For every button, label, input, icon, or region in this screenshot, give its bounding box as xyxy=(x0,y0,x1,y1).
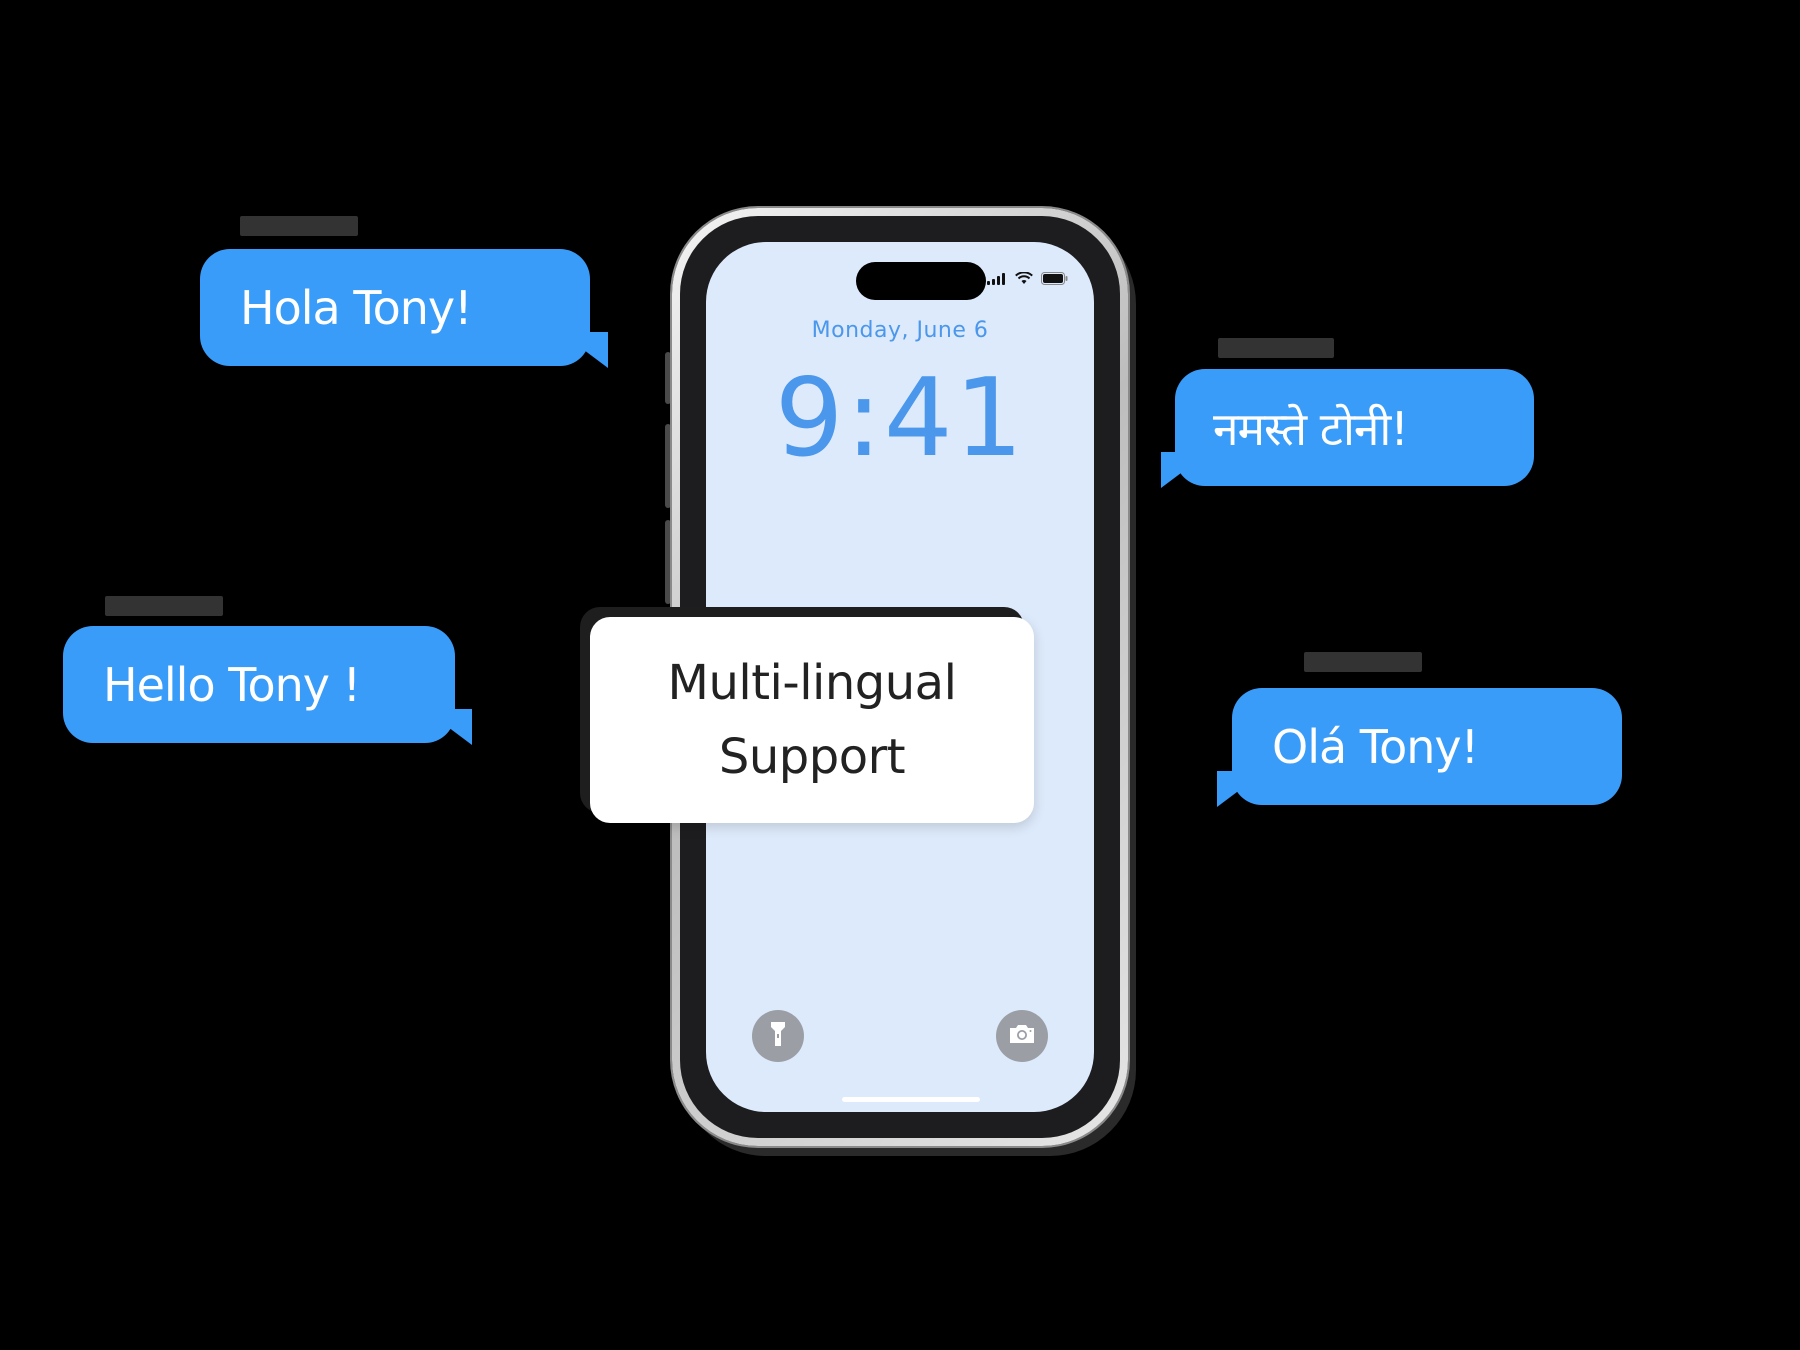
lock-screen-date: Monday, June 6 xyxy=(811,318,989,343)
home-indicator xyxy=(842,1097,980,1102)
chat-bubble-text: नमस्ते टोनी! xyxy=(1213,401,1409,456)
cellular-signal-icon xyxy=(987,270,1007,289)
bubble-sender-label xyxy=(240,216,358,236)
battery-icon xyxy=(1041,270,1068,289)
chat-bubble-spanish: Hola Tony! xyxy=(200,249,590,366)
wifi-icon xyxy=(1015,270,1033,289)
chat-bubble-hindi: नमस्ते टोनी! xyxy=(1175,369,1534,486)
chat-bubble-tail xyxy=(424,709,472,745)
chat-bubble-tail xyxy=(1217,771,1265,807)
phone-volume-up-button xyxy=(665,424,671,508)
chat-bubble-text: Hola Tony! xyxy=(240,280,473,335)
chat-bubble-tail xyxy=(1161,452,1209,488)
camera-icon xyxy=(1008,1023,1036,1049)
chat-bubble-text: Hello Tony ! xyxy=(103,657,361,712)
lock-screen-time: 9:41 xyxy=(774,356,1026,481)
feature-title-line1: Multi-lingual xyxy=(667,655,957,711)
chat-bubble-english: Hello Tony ! xyxy=(63,626,455,743)
flashlight-button[interactable] xyxy=(752,1010,804,1062)
chat-bubble-tail xyxy=(560,332,608,368)
phone-action-button xyxy=(665,352,671,404)
bubble-sender-label xyxy=(1304,652,1422,672)
bubble-sender-label xyxy=(1218,338,1334,358)
illustration-canvas: Hola Tony! नमस्ते टोनी! Hello Tony ! Olá… xyxy=(0,0,1800,1350)
bubble-sender-label xyxy=(105,596,223,616)
feature-title-line2: Support xyxy=(718,729,906,785)
camera-button[interactable] xyxy=(996,1010,1048,1062)
flashlight-icon xyxy=(768,1020,788,1052)
status-bar xyxy=(987,270,1068,289)
phone-volume-down-button xyxy=(665,520,671,604)
feature-card: Multi-lingual Support xyxy=(590,617,1034,823)
dynamic-island xyxy=(856,262,986,300)
chat-bubble-text: Olá Tony! xyxy=(1272,719,1479,774)
chat-bubble-portuguese: Olá Tony! xyxy=(1232,688,1622,805)
